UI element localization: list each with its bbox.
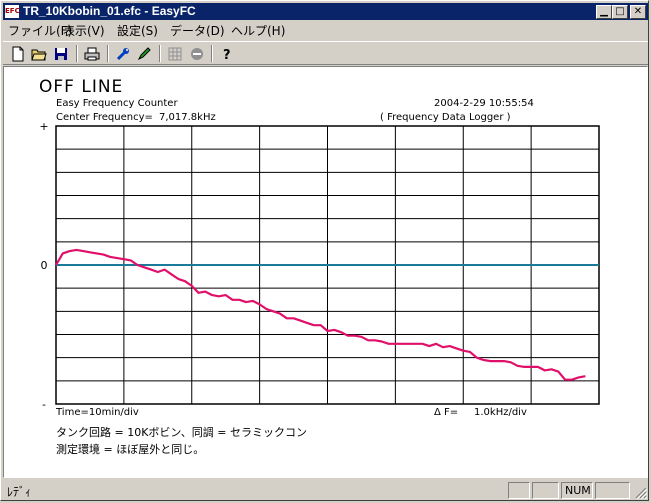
- time-div-label: Time=10min/div: [56, 407, 139, 418]
- minimize-button[interactable]: ▁: [596, 5, 612, 19]
- status-panel-2: [532, 482, 559, 499]
- help-button[interactable]: ?: [217, 44, 237, 63]
- minimize-icon: ▁: [600, 6, 608, 17]
- menu-help[interactable]: ヘルプ(H): [231, 22, 285, 39]
- menu-view[interactable]: 表示(V): [63, 22, 105, 39]
- toolbar-separator: [159, 45, 161, 62]
- frequency-series-line: [55, 248, 586, 381]
- save-button[interactable]: [51, 44, 71, 63]
- status-text: ﾚﾃﾞｨ: [7, 485, 32, 499]
- toolbar-separator: [76, 45, 78, 62]
- new-button[interactable]: [8, 44, 28, 63]
- stop-disabled-icon: [191, 47, 203, 60]
- grid-disabled-icon: [168, 47, 182, 60]
- toolbar: ?: [3, 41, 648, 65]
- note-environment: 測定環境 = ほぼ屋外と同じ。: [56, 443, 205, 456]
- y-tick-label: +: [39, 120, 48, 133]
- delta-label: Δ F=: [434, 407, 459, 418]
- status-bar: ﾚﾃﾞｨ NUM: [3, 481, 648, 500]
- print-button[interactable]: [82, 44, 102, 63]
- toolbar-separator: [211, 45, 213, 62]
- open-folder-icon: [31, 49, 47, 60]
- window-title: TR_10Kbobin_01.efc - EasyFC: [23, 4, 196, 18]
- menu-data[interactable]: データ(D): [170, 22, 225, 39]
- toolbar-separator: [107, 45, 109, 62]
- app-window: EFC TR_10Kbobin_01.efc - EasyFC ▁ □ ✕ ファ…: [0, 0, 649, 501]
- settings-wrench-icon: [116, 47, 129, 60]
- note-tank-circuit: タンク回路 = 10Kボビン、同調 = セラミックコン: [56, 426, 307, 439]
- maximize-icon: □: [615, 6, 625, 17]
- pen-button[interactable]: [134, 44, 154, 63]
- pen-icon: [137, 46, 151, 60]
- main-display: OFF LINE Easy Frequency Counter 2004-2-2…: [3, 66, 648, 478]
- svg-text:?: ?: [223, 48, 231, 61]
- delta-value: 1.0kHz/div: [474, 407, 527, 418]
- help-icon: ?: [223, 48, 231, 63]
- stop-button: [187, 44, 207, 63]
- close-icon: ✕: [633, 6, 643, 17]
- y-tick-label: -: [42, 398, 46, 411]
- app-icon[interactable]: EFC: [5, 5, 20, 18]
- status-panel-4: [595, 482, 630, 499]
- grid-button: [165, 44, 185, 63]
- close-button[interactable]: ✕: [630, 5, 646, 19]
- settings-button[interactable]: [113, 44, 133, 63]
- menu-bar: ファイル(F) 表示(V) 設定(S) データ(D) ヘルプ(H): [3, 21, 648, 38]
- resize-grip-icon[interactable]: [635, 487, 647, 499]
- print-icon: [84, 47, 100, 60]
- new-file-icon: [12, 46, 24, 61]
- menu-settings[interactable]: 設定(S): [117, 22, 158, 39]
- status-panel-1: [508, 482, 530, 499]
- open-button[interactable]: [29, 44, 49, 63]
- y-tick-label: 0: [41, 259, 48, 272]
- title-bar[interactable]: EFC TR_10Kbobin_01.efc - EasyFC ▁ □ ✕: [3, 3, 648, 20]
- save-icon: [55, 47, 67, 60]
- maximize-button[interactable]: □: [612, 5, 628, 19]
- num-lock-indicator: NUM: [561, 482, 593, 499]
